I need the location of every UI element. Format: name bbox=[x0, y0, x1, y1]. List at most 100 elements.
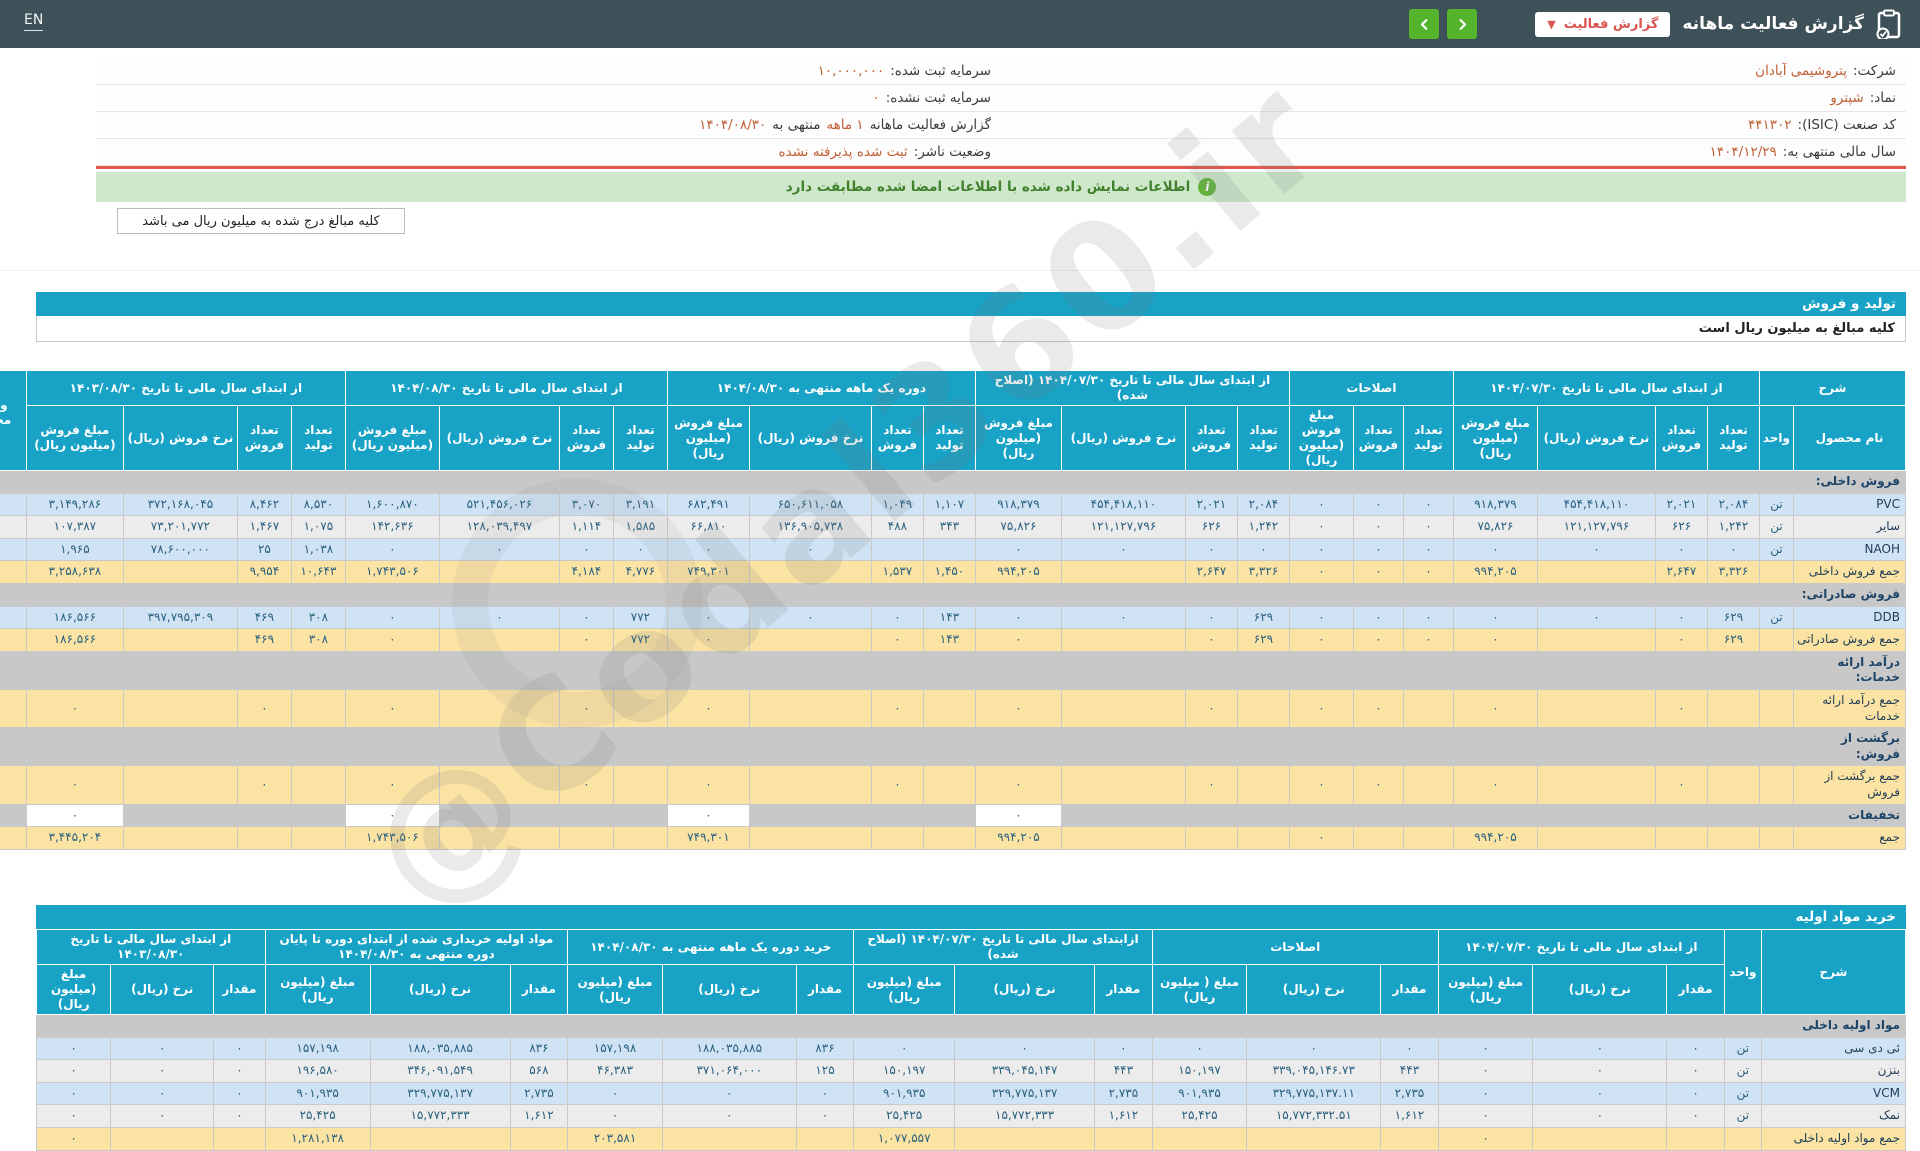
data-cell: ۰ bbox=[345, 689, 439, 727]
data-cell: ۴۵۴,۴۱۸,۱۱۰ bbox=[1061, 493, 1185, 516]
data-cell bbox=[291, 689, 345, 727]
data-cell: ۱,۷۴۳,۵۰۶ bbox=[345, 827, 439, 850]
data-cell: تن bbox=[1724, 1060, 1761, 1083]
data-cell bbox=[237, 827, 291, 850]
data-cell: ۰ bbox=[559, 629, 613, 652]
data-cell: ۱,۲۴۲ bbox=[1237, 516, 1289, 539]
data-cell: ۴۶,۳۸۳ bbox=[568, 1060, 663, 1083]
data-cell bbox=[1061, 804, 1185, 827]
data-cell: ۰ bbox=[26, 804, 123, 827]
data-cell bbox=[871, 538, 923, 561]
data-cell: تن bbox=[1724, 1037, 1761, 1060]
column-header: تعداد تولید bbox=[923, 406, 975, 471]
data-cell bbox=[1533, 1127, 1667, 1150]
row-label-cell: جمع مواد اولیه داخلی bbox=[1761, 1127, 1905, 1150]
table-row: بنزنتن۰۰۰۴۴۳۳۳۹,۰۴۵,۱۴۶.۷۳۱۵۰,۱۹۷۴۴۳۳۳۹,… bbox=[37, 1060, 1906, 1083]
data-cell bbox=[291, 827, 345, 850]
row-label-cell: جمع برگشت از فروش bbox=[1794, 766, 1906, 804]
data-cell bbox=[923, 689, 975, 727]
data-cell: ۰ bbox=[1707, 538, 1759, 561]
data-cell: تولید bbox=[0, 606, 26, 629]
data-cell bbox=[871, 728, 923, 766]
column-header: تعداد فروش bbox=[871, 406, 923, 471]
column-group-header: خرید دوره یک ماهه منتهی به ۱۴۰۴/۰۸/۳۰ bbox=[568, 930, 854, 965]
row-label-cell: PVC bbox=[1794, 493, 1906, 516]
table-row: مواد اولیه داخلی bbox=[37, 1015, 1906, 1038]
data-cell: ۰ bbox=[1381, 1037, 1439, 1060]
data-cell: ۶۲۶ bbox=[1185, 516, 1237, 539]
data-cell bbox=[1453, 804, 1537, 827]
data-cell bbox=[0, 651, 26, 689]
data-cell bbox=[1707, 651, 1759, 689]
column-header: مبلغ فروش (میلیون ریال) bbox=[975, 406, 1061, 471]
data-cell bbox=[613, 728, 667, 766]
data-cell bbox=[345, 651, 439, 689]
signed-data-banner-text: اطلاعات نمایش داده شده با اطلاعات امضا ش… bbox=[786, 179, 1191, 195]
data-cell: ۰ bbox=[667, 538, 749, 561]
data-cell: ۱۵,۷۷۲,۳۳۳ bbox=[370, 1105, 510, 1128]
row-label-cell: NAOH bbox=[1794, 538, 1906, 561]
data-cell: ۷۳,۲۰۱,۷۷۲ bbox=[123, 516, 237, 539]
data-cell bbox=[1537, 689, 1655, 727]
column-header: مقدار bbox=[1381, 965, 1439, 1015]
data-cell: ۰ bbox=[1289, 561, 1353, 584]
data-cell: ۱۲۱,۱۲۷,۷۹۶ bbox=[1061, 516, 1185, 539]
data-cell: ۴۶۹ bbox=[237, 606, 291, 629]
next-report-button[interactable] bbox=[1447, 9, 1477, 39]
previous-report-button[interactable] bbox=[1409, 9, 1439, 39]
data-cell: ۱,۹۶۵ bbox=[26, 538, 123, 561]
column-group-header: از ابتدای سال مالی تا تاریخ ۱۴۰۴/۰۷/۳۰ bbox=[1438, 930, 1724, 965]
data-cell bbox=[1667, 1127, 1725, 1150]
data-cell: ۰ bbox=[975, 766, 1061, 804]
data-cell bbox=[1759, 728, 1793, 766]
data-cell bbox=[291, 583, 345, 606]
data-cell bbox=[1759, 583, 1793, 606]
data-cell: ۰ bbox=[1289, 827, 1353, 850]
data-cell bbox=[345, 471, 439, 494]
column-header: مبلغ ( میلیون ریال) bbox=[1152, 965, 1247, 1015]
data-cell bbox=[1403, 583, 1453, 606]
data-cell: ۰ bbox=[1353, 606, 1403, 629]
data-cell: ۰ bbox=[975, 629, 1061, 652]
data-cell bbox=[749, 629, 871, 652]
data-cell bbox=[749, 728, 871, 766]
data-cell: ۰ bbox=[1667, 1060, 1725, 1083]
column-header: نرخ فروش (ریال) bbox=[123, 406, 237, 471]
data-cell: ۷۷۲ bbox=[613, 606, 667, 629]
data-cell: ۹۱۸,۳۷۹ bbox=[975, 493, 1061, 516]
data-cell: ۶۲۹ bbox=[1707, 606, 1759, 629]
info-icon: i bbox=[1198, 178, 1216, 196]
data-cell: ۱۲۸,۰۳۹,۴۹۷ bbox=[439, 516, 559, 539]
data-cell: ۱,۰۴۹ bbox=[871, 493, 923, 516]
data-cell bbox=[1453, 471, 1537, 494]
language-toggle-en[interactable]: EN bbox=[24, 12, 43, 31]
report-period-prefix: گزارش فعالیت ماهانه bbox=[870, 117, 991, 133]
data-cell bbox=[1095, 1127, 1153, 1150]
data-cell bbox=[749, 804, 871, 827]
data-cell bbox=[510, 1015, 568, 1038]
data-cell: ۰ bbox=[345, 538, 439, 561]
data-cell: ۰ bbox=[1289, 766, 1353, 804]
data-cell: ۱۵,۷۷۲,۳۳۲.۵۱ bbox=[1247, 1105, 1381, 1128]
table-row: جمع۹۹۴,۲۰۵۰۹۹۴,۲۰۵۷۴۹,۳۰۱۱,۷۴۳,۵۰۶۳,۴۴۵,… bbox=[0, 827, 1906, 850]
report-type-dropdown[interactable]: گزارش فعالیت ▼ bbox=[1535, 12, 1670, 37]
data-cell bbox=[1061, 629, 1185, 652]
data-cell bbox=[439, 561, 559, 584]
data-cell: ۲۵,۴۲۵ bbox=[854, 1105, 955, 1128]
data-cell bbox=[1453, 651, 1537, 689]
data-cell: ۰ bbox=[214, 1082, 265, 1105]
data-cell: ۰ bbox=[439, 606, 559, 629]
column-header: مبلغ فروش (میلیون ریال) bbox=[1289, 406, 1353, 471]
top-bar-right-cluster: گزارش فعالیت ماهانه گزارش فعالیت ▼ bbox=[1409, 0, 1902, 48]
data-cell: ۶۵۰,۶۱۱,۰۵۸ bbox=[749, 493, 871, 516]
data-cell: ۱,۱۰۷ bbox=[923, 493, 975, 516]
data-cell: ۱,۰۳۸ bbox=[291, 538, 345, 561]
data-cell: ۰ bbox=[1095, 1037, 1153, 1060]
data-cell bbox=[1061, 827, 1185, 850]
data-cell: ۰ bbox=[1061, 538, 1185, 561]
data-cell: ۳۳۹,۰۴۵,۱۴۶.۷۳ bbox=[1247, 1060, 1381, 1083]
clipboard-report-icon bbox=[1876, 9, 1902, 39]
data-cell bbox=[237, 804, 291, 827]
data-cell bbox=[439, 728, 559, 766]
data-cell: ۳,۴۴۵,۲۰۴ bbox=[26, 827, 123, 850]
